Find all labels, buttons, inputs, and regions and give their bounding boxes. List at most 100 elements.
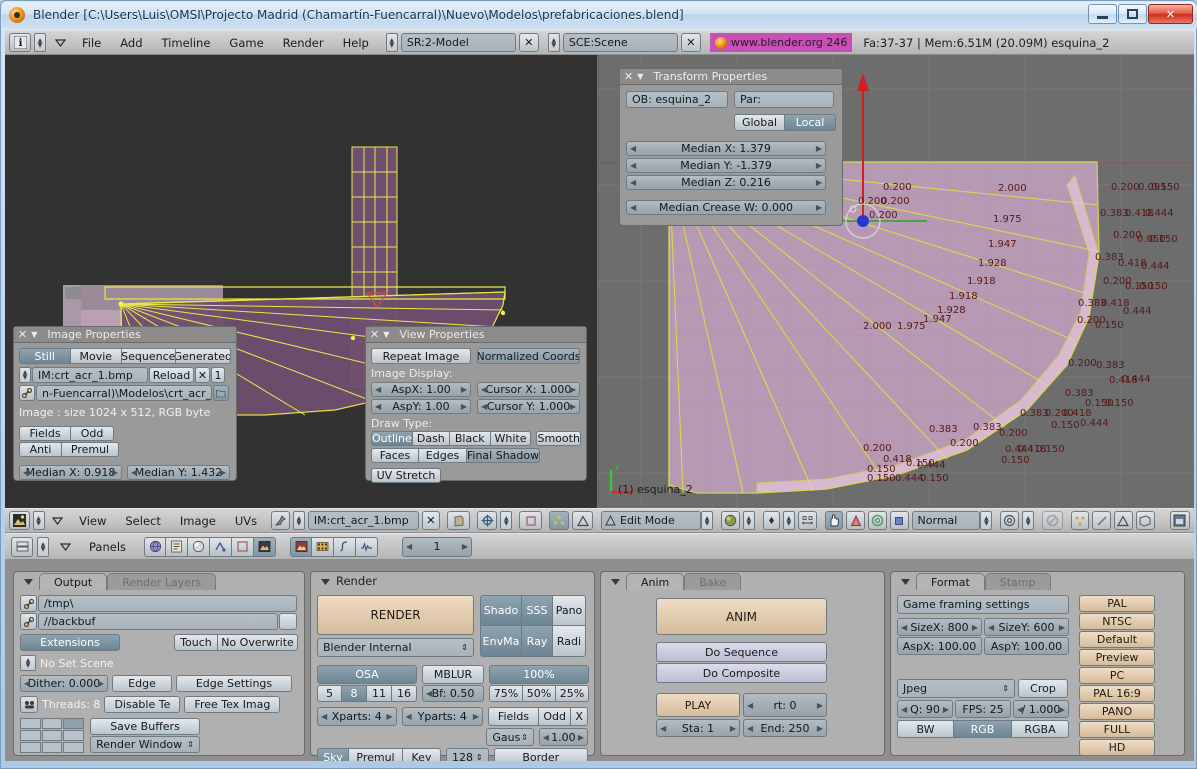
- lock-icon[interactable]: [1169, 511, 1190, 530]
- image-browse-icon[interactable]: ▲ ▼: [19, 367, 31, 383]
- source-sequence-button[interactable]: Sequence: [122, 348, 176, 364]
- pin-icon[interactable]: [271, 511, 290, 530]
- close-icon[interactable]: ✕: [370, 328, 379, 341]
- median-y-field[interactable]: ◀ Median Y: -1.379 ▶: [626, 158, 826, 173]
- uv-image-editor-icon[interactable]: [9, 511, 30, 530]
- minimize-button[interactable]: [1088, 4, 1117, 24]
- uv-image-name-field[interactable]: IM:crt_acr_1.bmp: [307, 511, 419, 530]
- median-x-field[interactable]: ◀ Median X: 1.379 ▶: [626, 141, 826, 156]
- format-collapse-icon[interactable]: [894, 573, 916, 590]
- edges-button[interactable]: Edges: [419, 448, 467, 463]
- menu-add[interactable]: Add: [112, 36, 150, 50]
- folder-icon[interactable]: [213, 385, 229, 401]
- fields-toggle[interactable]: Fields: [19, 426, 71, 441]
- cursor-x-field[interactable]: ◀ Cursor X: 1.000 ▶: [477, 382, 580, 397]
- prop-edit-spinner[interactable]: ▲ ▼: [1022, 511, 1035, 530]
- menu-game[interactable]: Game: [221, 36, 271, 50]
- render-collapse-icon[interactable]: [314, 577, 336, 586]
- image-replace-icon[interactable]: [447, 511, 470, 530]
- disable-tex-button[interactable]: Disable Te: [104, 696, 181, 713]
- normalized-coords-button[interactable]: Normalized Coords: [477, 348, 580, 364]
- uv-image-unlink-button[interactable]: ✕: [421, 511, 441, 530]
- orientation-selector[interactable]: Normal: [911, 511, 981, 530]
- preset-ntsc-button[interactable]: NTSC: [1079, 613, 1155, 630]
- preset-default-button[interactable]: Default: [1079, 631, 1155, 648]
- play-button[interactable]: PLAY: [656, 693, 740, 717]
- aspy-field[interactable]: ◀ AspY: 1.00 ▶: [371, 399, 471, 414]
- uv-menu-image[interactable]: Image: [172, 514, 224, 528]
- rt-field[interactable]: ◀ rt: 0 ▶: [743, 693, 827, 717]
- scene-delete-button[interactable]: ✕: [680, 33, 701, 52]
- osa-toggle[interactable]: OSA: [317, 665, 417, 684]
- mblur-toggle[interactable]: MBLUR: [422, 665, 484, 684]
- uv-stretch-button[interactable]: UV Stretch: [371, 468, 441, 483]
- envmap-toggle[interactable]: EnvMa: [480, 626, 522, 657]
- extensions-button[interactable]: Extensions: [20, 634, 120, 651]
- tab-render-layers[interactable]: Render Layers: [107, 573, 217, 590]
- uv-menu-uvs[interactable]: UVs: [227, 514, 265, 528]
- vertex-select-icon[interactable]: [1070, 511, 1090, 530]
- preset-preview-button[interactable]: Preview: [1079, 649, 1155, 666]
- uv-image-browse-icon[interactable]: ▲ ▼: [292, 511, 305, 530]
- scene-context-icon[interactable]: [144, 536, 167, 557]
- menu-collapse-icon[interactable]: [49, 38, 71, 47]
- border-button[interactable]: Border: [493, 748, 588, 761]
- screen-delete-button[interactable]: ✕: [518, 33, 539, 52]
- scene-browse-icon[interactable]: ▲ ▼: [547, 33, 560, 52]
- anti-toggle[interactable]: Anti: [19, 442, 62, 457]
- backbuf-path-field[interactable]: //backbuf: [38, 613, 278, 630]
- mode-selector[interactable]: Edit Mode: [601, 511, 702, 530]
- orientation-spinner[interactable]: ▲ ▼: [980, 511, 993, 530]
- drawtype-black-button[interactable]: Black: [449, 431, 491, 446]
- dither-field[interactable]: ◀ Dither: 0.000 ▶: [20, 675, 108, 692]
- sss-toggle[interactable]: SSS: [522, 595, 553, 626]
- drawtype-white-button[interactable]: White: [490, 431, 532, 446]
- users-count[interactable]: 1: [211, 367, 225, 383]
- close-icon[interactable]: ✕: [624, 70, 633, 83]
- frame-prev-icon[interactable]: ◀: [406, 542, 412, 551]
- material-context-icon[interactable]: [188, 536, 211, 557]
- yparts-field[interactable]: ◀ Yparts: 4 ▶: [401, 707, 483, 726]
- render-output-path-field[interactable]: /tmp\: [38, 595, 297, 612]
- image-median-y-field[interactable]: ◀ Median Y: 1.432 ▶: [127, 465, 230, 480]
- collapse-icon[interactable]: ▼: [31, 330, 37, 339]
- pano-toggle[interactable]: Pano: [553, 595, 586, 626]
- uv-menu-select[interactable]: Select: [117, 514, 168, 528]
- preset-pal-button[interactable]: PAL: [1079, 595, 1155, 612]
- manipulator-icon[interactable]: [797, 511, 817, 530]
- save-buffers-button[interactable]: Save Buffers: [90, 718, 200, 735]
- occlude-geometry-icon[interactable]: [1042, 511, 1063, 530]
- xparts-field[interactable]: ◀ Xparts: 4 ▶: [317, 707, 397, 726]
- preset-hd-button[interactable]: HD: [1079, 739, 1155, 756]
- osa-16-button[interactable]: 16: [392, 685, 417, 702]
- uv-menu-collapse-icon[interactable]: [48, 516, 68, 525]
- menu-file[interactable]: File: [74, 36, 109, 50]
- proportional-edit-icon[interactable]: [572, 511, 594, 530]
- menu-timeline[interactable]: Timeline: [154, 36, 219, 50]
- quality-field[interactable]: ◀ Q: 90 ▶: [897, 700, 953, 718]
- translate-manipulator-icon[interactable]: [846, 511, 866, 530]
- preset-pc-button[interactable]: PC: [1079, 667, 1155, 684]
- ray-toggle[interactable]: Ray: [522, 626, 553, 657]
- image-median-x-field[interactable]: ◀ Median X: 0.918 ▶: [19, 465, 122, 480]
- uv-editor-type-spinner[interactable]: ▲ ▼: [32, 511, 45, 530]
- source-generated-button[interactable]: Generated: [175, 348, 231, 364]
- render-context-icon[interactable]: [254, 536, 277, 557]
- size-100-button[interactable]: 100%: [489, 665, 589, 684]
- anim-button[interactable]: ANIM: [656, 598, 827, 635]
- size-x-field[interactable]: ◀ SizeX: 800 ▶: [897, 618, 982, 636]
- uv-sync-icon[interactable]: [476, 511, 498, 530]
- proportional-edit-icon[interactable]: [1000, 511, 1020, 530]
- rgb-button[interactable]: RGB: [954, 720, 1012, 738]
- object-name-field[interactable]: OB: esquina_2: [626, 91, 728, 108]
- fields-toggle[interactable]: Fields: [488, 707, 539, 726]
- snap-uv-icon[interactable]: [548, 511, 570, 530]
- tab-bake[interactable]: Bake: [684, 573, 742, 590]
- render-display-grid[interactable]: [20, 718, 84, 753]
- tab-output[interactable]: Output: [39, 573, 108, 590]
- buttons-window-icon[interactable]: [11, 536, 33, 557]
- osa-11-button[interactable]: 11: [367, 685, 392, 702]
- source-still-button[interactable]: Still: [19, 348, 71, 364]
- close-button[interactable]: ✕: [1148, 4, 1193, 24]
- sound-sub-icon[interactable]: [356, 536, 379, 557]
